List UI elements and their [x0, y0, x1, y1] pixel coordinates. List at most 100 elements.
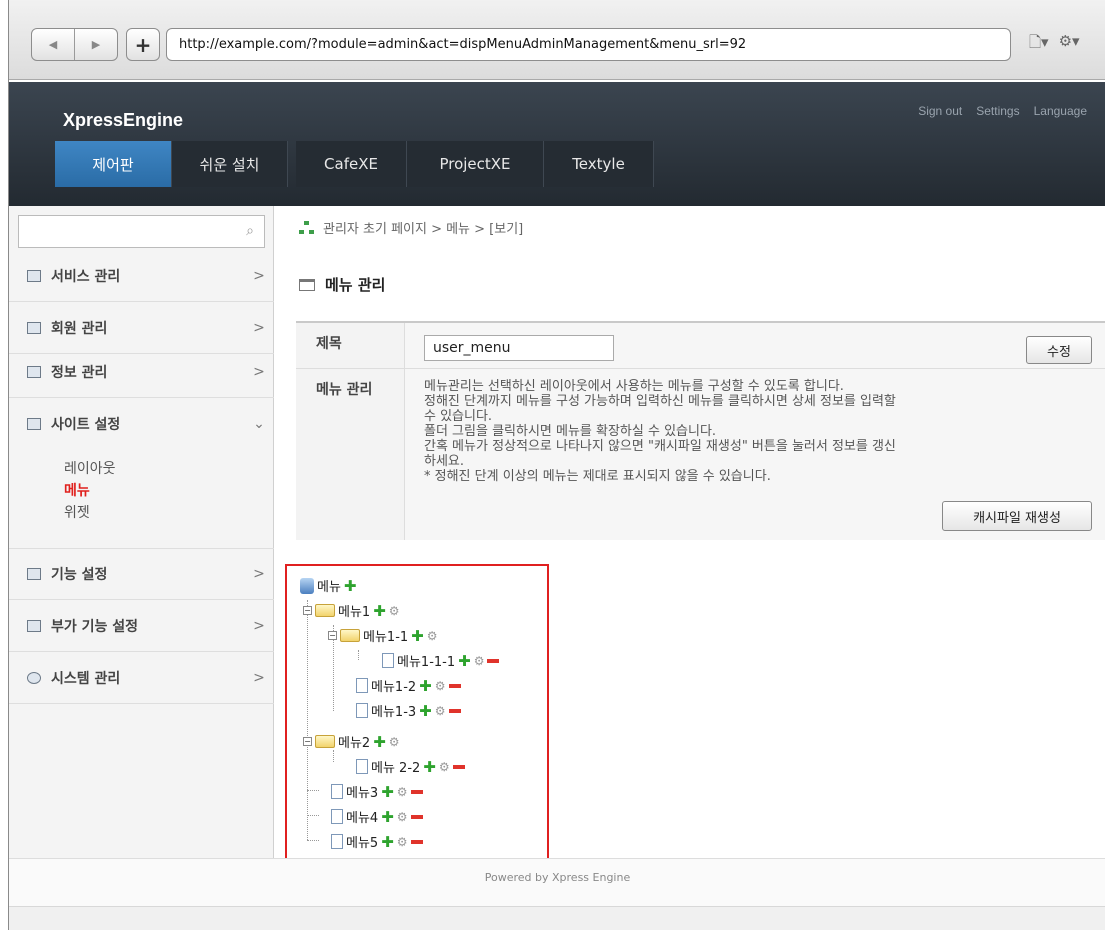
- main-nav: 제어판 쉬운 설치 CafeXE ProjectXE Textyle: [55, 141, 654, 187]
- tree-node[interactable]: − 메뉴1 ✚ ⚙: [303, 601, 400, 620]
- page-menu-icon[interactable]: 🗋▾: [1029, 32, 1049, 57]
- tree-node[interactable]: 메뉴4 ✚ ⚙: [331, 807, 423, 826]
- gear-icon[interactable]: ⚙: [389, 735, 400, 749]
- gear-icon[interactable]: ⚙: [389, 604, 400, 618]
- delete-icon[interactable]: [410, 789, 423, 794]
- service-icon: [27, 269, 41, 282]
- add-icon[interactable]: ✚: [411, 627, 424, 645]
- sidebar: ⌕ 서비스 관리 > 회원 관리 > 정보 관리 > 사이트 설정 ⌄ 레이아웃…: [9, 206, 274, 858]
- tab-projectxe[interactable]: ProjectXE: [407, 141, 544, 187]
- collapse-icon[interactable]: −: [328, 631, 337, 640]
- sidebar-item-system[interactable]: 시스템 관리 >: [9, 652, 274, 704]
- gear-icon[interactable]: ⚙: [439, 760, 450, 774]
- tree-node-label: 메뉴1: [338, 605, 371, 620]
- tree-node[interactable]: − 메뉴2 ✚ ⚙: [303, 732, 400, 751]
- delete-icon[interactable]: [410, 839, 423, 844]
- submenu-layout[interactable]: 레이아웃: [64, 458, 116, 480]
- gear-icon[interactable]: ⚙: [397, 835, 408, 849]
- system-gear-icon: [27, 671, 41, 684]
- tab-easy-install[interactable]: 쉬운 설치: [172, 141, 288, 187]
- sidebar-item-label: 시스템 관리: [51, 670, 121, 687]
- page-icon: [331, 834, 343, 849]
- add-icon[interactable]: ✚: [419, 677, 432, 695]
- sidebar-item-label: 정보 관리: [51, 364, 108, 381]
- add-icon[interactable]: ✚: [381, 783, 394, 801]
- delete-icon[interactable]: [487, 658, 500, 663]
- gear-icon[interactable]: ⚙: [397, 810, 408, 824]
- tree-node[interactable]: 메뉴1-3 ✚ ⚙: [356, 701, 461, 720]
- settings-link[interactable]: Settings: [976, 104, 1019, 118]
- tree-node[interactable]: 메뉴3 ✚ ⚙: [331, 782, 423, 801]
- tree-node-label: 메뉴3: [346, 786, 379, 801]
- sidebar-item-info[interactable]: 정보 관리 >: [9, 346, 274, 398]
- add-icon[interactable]: ✚: [458, 652, 471, 670]
- gear-icon[interactable]: ⚙: [427, 629, 438, 643]
- add-icon[interactable]: ✚: [381, 808, 394, 826]
- tree-node[interactable]: 메뉴 2-2 ✚ ⚙: [356, 757, 465, 776]
- delete-icon[interactable]: [448, 708, 461, 713]
- sidebar-item-addons[interactable]: 부가 기능 설정 >: [9, 600, 274, 652]
- add-icon[interactable]: ✚: [381, 833, 394, 851]
- tree-node-label: 메뉴4: [346, 811, 379, 826]
- add-icon[interactable]: ✚: [423, 758, 436, 776]
- tree-node[interactable]: 메뉴5 ✚ ⚙: [331, 832, 423, 851]
- add-icon[interactable]: ✚: [344, 577, 357, 595]
- add-icon[interactable]: ✚: [419, 702, 432, 720]
- tree-node-label: 메뉴1-1-1: [397, 655, 456, 670]
- breadcrumb-text[interactable]: 관리자 초기 페이지 > 메뉴 > [보기]: [323, 218, 523, 237]
- delete-icon[interactable]: [448, 683, 461, 688]
- folder-icon[interactable]: [315, 604, 335, 617]
- gear-icon[interactable]: ⚙: [435, 704, 446, 718]
- back-button[interactable]: ◀: [32, 29, 74, 60]
- tools-menu-icon[interactable]: ⚙▾: [1059, 32, 1080, 57]
- menu-title-input[interactable]: user_menu: [424, 335, 614, 361]
- page-icon: [356, 703, 368, 718]
- browser-window: ◀ ▶ + http://example.com/?module=admin&a…: [8, 0, 1105, 930]
- edit-button[interactable]: 수정: [1026, 336, 1092, 364]
- search-icon[interactable]: ⌕: [246, 223, 254, 239]
- chevron-right-icon: >: [253, 617, 265, 634]
- sidebar-search-input[interactable]: ⌕: [18, 215, 265, 248]
- folder-icon[interactable]: [340, 629, 360, 642]
- tree-node[interactable]: 메뉴1-2 ✚ ⚙: [356, 676, 461, 695]
- gear-icon[interactable]: ⚙: [397, 785, 408, 799]
- sidebar-item-site-settings[interactable]: 사이트 설정 ⌄: [9, 398, 274, 450]
- page-icon: [356, 759, 368, 774]
- description-line: 메뉴관리는 선택하신 레이아웃에서 사용하는 메뉴를 구성할 수 있도록 합니다…: [424, 379, 844, 394]
- add-icon[interactable]: ✚: [373, 602, 386, 620]
- tree-root[interactable]: 메뉴 ✚: [300, 576, 357, 595]
- collapse-icon[interactable]: −: [303, 737, 312, 746]
- regenerate-cache-button[interactable]: 캐시파일 재생성: [942, 501, 1092, 531]
- page-icon: [331, 784, 343, 799]
- tree-node[interactable]: − 메뉴1-1 ✚ ⚙: [328, 626, 438, 645]
- tree-node-label: 메뉴2: [338, 736, 371, 751]
- footer-text: Powered by Xpress Engine: [484, 871, 631, 884]
- description-line: 간혹 메뉴가 정상적으로 나타나지 않으면 "캐시파일 재생성" 버튼을 눌러서…: [424, 439, 896, 454]
- address-bar[interactable]: http://example.com/?module=admin&act=dis…: [166, 28, 1011, 61]
- language-link[interactable]: Language: [1034, 104, 1087, 118]
- tree-node-label: 메뉴1-1: [363, 630, 409, 645]
- gear-icon[interactable]: ⚙: [474, 654, 485, 668]
- tab-textyle[interactable]: Textyle: [544, 141, 654, 187]
- tab-control-panel[interactable]: 제어판: [55, 141, 172, 187]
- footer: Powered by Xpress Engine: [9, 858, 1105, 908]
- submenu-widget[interactable]: 위젯: [64, 502, 116, 524]
- info-icon: [27, 365, 41, 378]
- sidebar-item-service[interactable]: 서비스 관리 >: [9, 250, 274, 302]
- sign-out-link[interactable]: Sign out: [918, 104, 962, 118]
- page-title: 메뉴 관리: [299, 274, 385, 295]
- tree-node[interactable]: 메뉴1-1-1 ✚ ⚙: [382, 651, 500, 670]
- delete-icon[interactable]: [452, 764, 465, 769]
- gear-icon[interactable]: ⚙: [435, 679, 446, 693]
- sidebar-item-features[interactable]: 기능 설정 >: [9, 548, 274, 600]
- collapse-icon[interactable]: −: [303, 606, 312, 615]
- tree-node-label: 메뉴 2-2: [371, 761, 421, 776]
- forward-button[interactable]: ▶: [74, 29, 117, 60]
- submenu-menu[interactable]: 메뉴: [64, 480, 116, 502]
- brand-logo[interactable]: XpressEngine: [63, 110, 183, 131]
- tab-cafexe[interactable]: CafeXE: [296, 141, 407, 187]
- add-icon[interactable]: ✚: [373, 733, 386, 751]
- new-tab-button[interactable]: +: [126, 28, 160, 61]
- folder-icon[interactable]: [315, 735, 335, 748]
- delete-icon[interactable]: [410, 814, 423, 819]
